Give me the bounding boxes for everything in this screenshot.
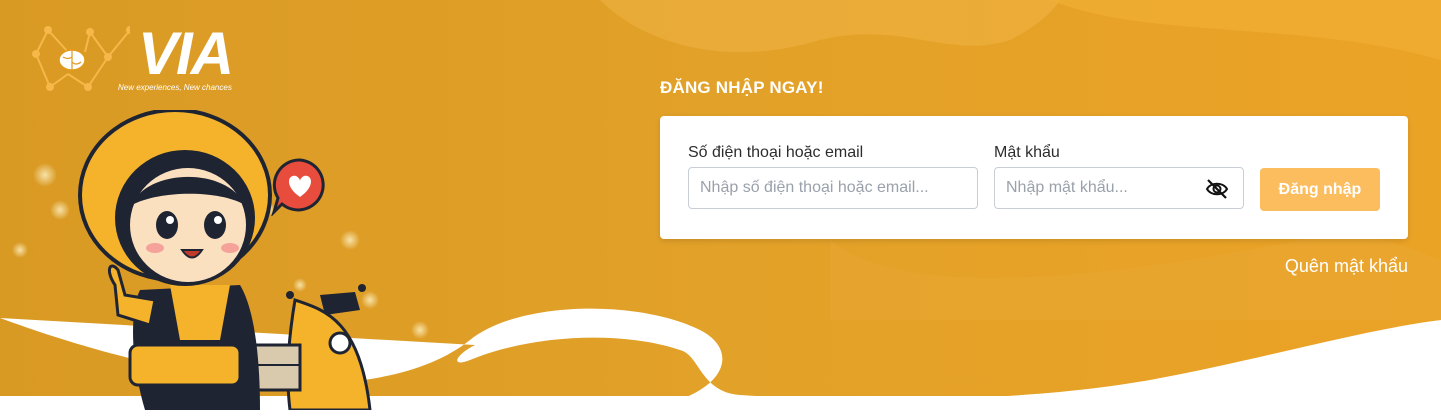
forgot-password-link[interactable]: Quên mật khẩu: [1285, 256, 1408, 277]
identifier-label: Số điện thoại hoặc email: [688, 144, 864, 161]
eye-off-icon[interactable]: [1205, 179, 1229, 199]
login-button[interactable]: Đăng nhập: [1260, 168, 1380, 211]
logo-tagline: New experiences, New chances: [118, 83, 232, 92]
delivery-rider-illustration: [78, 110, 372, 410]
login-title: ĐĂNG NHẬP NGAY!: [660, 78, 824, 97]
login-form-card: Số điện thoại hoặc email Mật khẩu Đăng n…: [660, 116, 1408, 239]
logo-wordmark: VIA: [138, 20, 234, 87]
identifier-input[interactable]: [688, 167, 978, 209]
brain-network-icon: [32, 26, 130, 91]
password-label: Mật khẩu: [994, 144, 1060, 161]
scooter-illustration: [243, 284, 372, 410]
login-page: VIA New experiences, New chances ĐĂNG NH…: [0, 0, 1441, 418]
brand-logo[interactable]: VIA New experiences, New chances: [30, 22, 245, 97]
heart-speech-bubble-icon: [271, 158, 325, 216]
